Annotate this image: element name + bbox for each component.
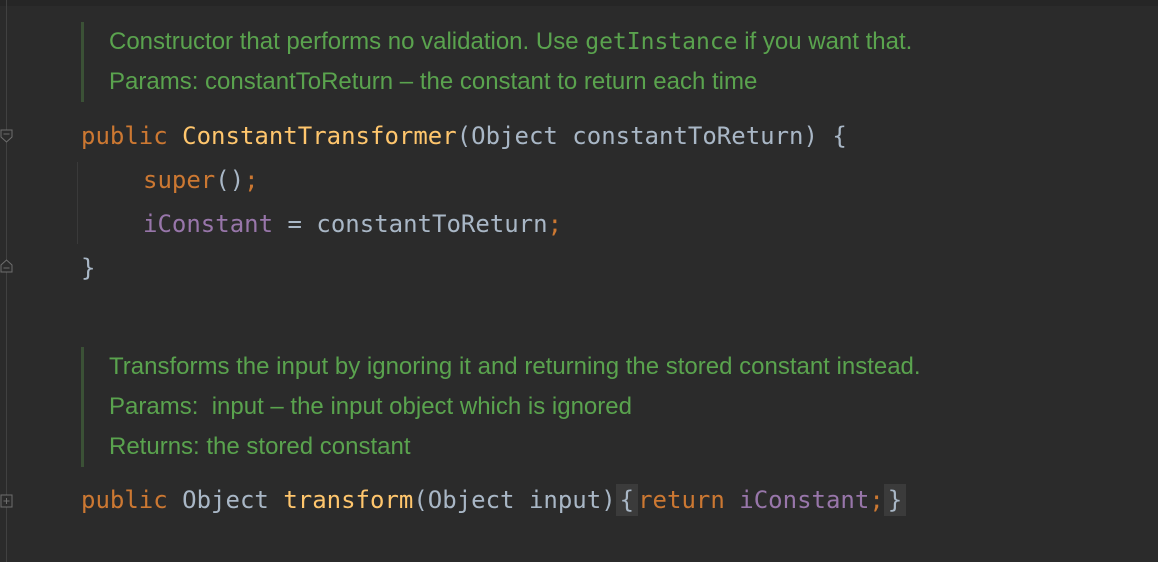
code-line-transform[interactable]: public Object transform(Object input){re… bbox=[81, 478, 907, 522]
semicolon: ; bbox=[547, 210, 563, 238]
code-line-assignment[interactable]: iConstant = constantToReturn; bbox=[143, 202, 562, 246]
indent-guide bbox=[77, 162, 78, 244]
params: (Object input) bbox=[413, 486, 616, 514]
return-type: Object bbox=[182, 486, 269, 514]
method-name: ConstantTransformer bbox=[182, 122, 457, 150]
doc-comment-constructor: Constructor that performs no validation.… bbox=[81, 22, 912, 102]
doc-comment-transform: Transforms the input by ignoring it and … bbox=[81, 347, 921, 467]
parens: () bbox=[215, 166, 245, 194]
keyword-public: public bbox=[81, 486, 168, 514]
doc-line: Params: input – the input object which i… bbox=[109, 393, 632, 420]
folded-open-brace[interactable]: { bbox=[615, 484, 639, 516]
field-name: iConstant bbox=[739, 486, 870, 514]
doc-text: if you want that. bbox=[737, 28, 913, 55]
keyword-return: return bbox=[638, 486, 725, 514]
editor-top-strip bbox=[0, 0, 1158, 6]
code-line-constructor-signature[interactable]: public ConstantTransformer(Object consta… bbox=[81, 114, 847, 158]
semicolon: ; bbox=[869, 486, 884, 514]
doc-line: Transforms the input by ignoring it and … bbox=[109, 353, 921, 380]
fold-end-icon[interactable] bbox=[0, 259, 13, 273]
doc-text: Constructor that performs no validation.… bbox=[109, 28, 586, 55]
close-brace: } bbox=[81, 254, 96, 282]
doc-line: Constructor that performs no validation.… bbox=[109, 22, 912, 62]
fold-expand-icon[interactable] bbox=[0, 494, 13, 508]
semicolon: ; bbox=[244, 166, 259, 194]
keyword-super: super bbox=[143, 166, 216, 194]
gutter-line bbox=[6, 0, 7, 562]
folded-close-brace[interactable]: } bbox=[883, 484, 907, 516]
params: (Object constantToReturn) { bbox=[456, 122, 847, 150]
code-editor[interactable]: Constructor that performs no validation.… bbox=[0, 0, 1158, 562]
field-name: iConstant bbox=[143, 210, 274, 238]
fold-collapse-icon[interactable] bbox=[0, 129, 13, 143]
keyword-public: public bbox=[81, 122, 168, 150]
doc-line: Params: constantToReturn – the constant … bbox=[109, 68, 758, 95]
doc-line: Returns: the stored constant bbox=[109, 433, 411, 460]
method-name: transform bbox=[283, 486, 414, 514]
code-line-close-brace[interactable]: } bbox=[81, 246, 95, 290]
assignment: = constantToReturn bbox=[273, 210, 548, 238]
doc-code-ref[interactable]: getInstance bbox=[585, 29, 737, 55]
code-line-super-call[interactable]: super(); bbox=[143, 158, 259, 202]
